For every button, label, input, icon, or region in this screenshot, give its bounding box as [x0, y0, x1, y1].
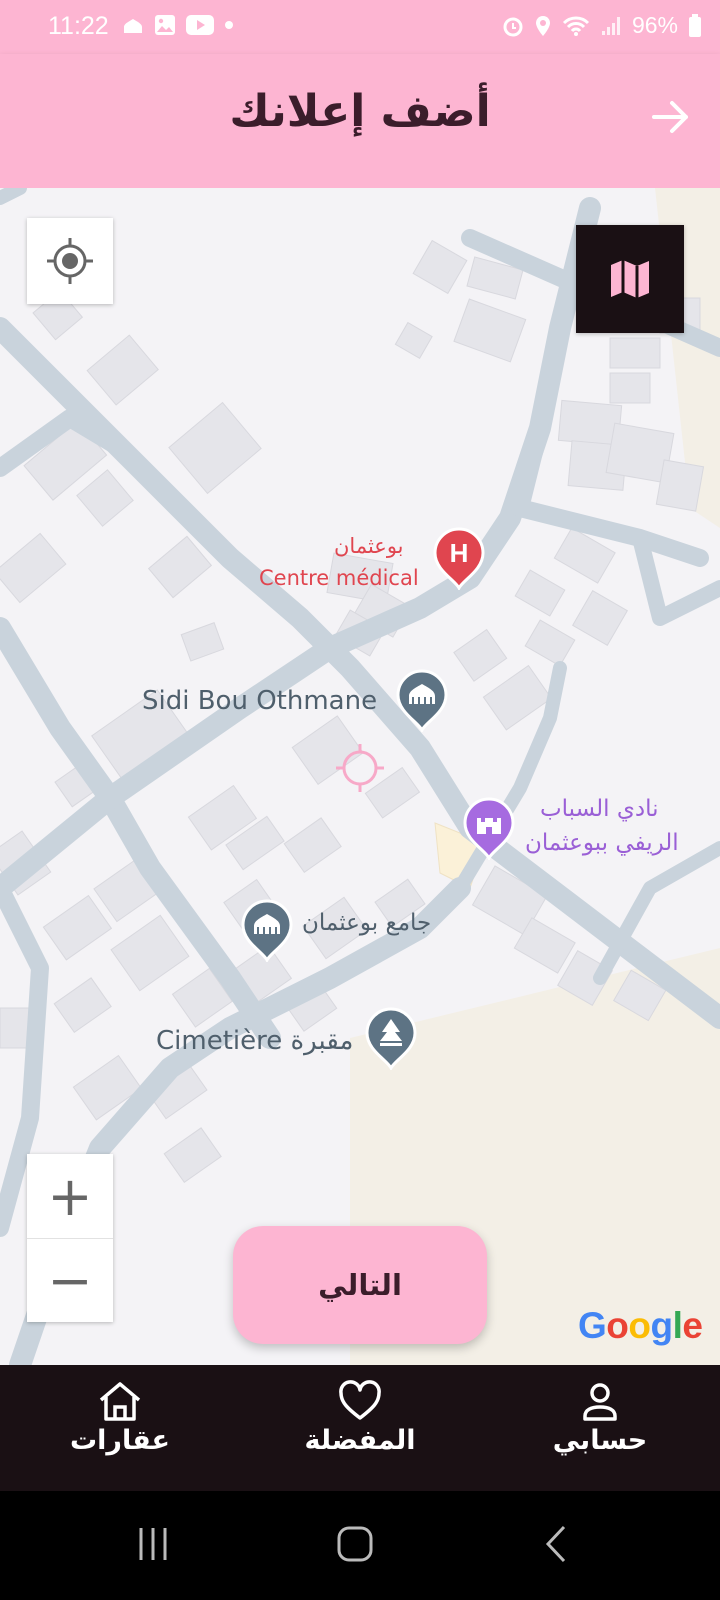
system-navigation-bar: [0, 1491, 720, 1600]
crosshair-icon: [47, 238, 93, 284]
map-icon: [611, 260, 649, 299]
battery-percent: 96%: [631, 12, 678, 38]
google-letter: G: [578, 1305, 607, 1346]
google-letter: o: [606, 1305, 629, 1346]
person-icon: [583, 1383, 617, 1421]
map-view[interactable]: H بوعثمان Centre médical Sidi Bou Othman…: [0, 188, 720, 1365]
google-logo: Google: [578, 1305, 703, 1347]
signal-icon: [601, 16, 620, 35]
alarm-icon: [503, 17, 523, 36]
poi-label-mosque: جامع بوعثمان: [302, 910, 432, 936]
cemetery-marker[interactable]: [364, 1006, 418, 1072]
dot-icon: [225, 21, 233, 29]
image-icon: [155, 15, 175, 35]
mosque-icon: [241, 899, 293, 964]
poi-label-club-line2: الريفي ببوعثمان: [525, 830, 679, 856]
zoom-in-button[interactable]: +: [27, 1154, 113, 1239]
mosque-marker[interactable]: [240, 898, 294, 964]
my-location-button[interactable]: [27, 218, 113, 304]
battery-icon: [689, 13, 701, 37]
zoom-controls: + −: [27, 1154, 113, 1322]
status-bar: 11:22 96%: [0, 0, 720, 54]
mosque-icon: [124, 19, 142, 33]
poi-label-medical-ar: بوعثمان: [334, 534, 404, 558]
tree-icon: [365, 1007, 417, 1072]
sidi-bou-othmane-marker[interactable]: [395, 668, 449, 734]
status-time: 11:22: [48, 12, 109, 40]
heart-icon: [339, 1380, 381, 1420]
poi-label-medical-fr: Centre médical: [259, 566, 419, 590]
youth-club-marker[interactable]: [462, 796, 516, 862]
hospital-icon: H: [433, 527, 485, 592]
location-icon: [535, 15, 550, 36]
arrow-right-icon[interactable]: [650, 96, 692, 138]
google-letter: g: [650, 1305, 674, 1346]
next-button[interactable]: التالي: [233, 1226, 487, 1344]
hospital-marker[interactable]: H: [432, 526, 486, 592]
home-icon: [99, 1382, 141, 1421]
map-type-button[interactable]: [576, 225, 684, 333]
wifi-icon: [562, 16, 590, 36]
google-letter: o: [628, 1305, 651, 1346]
status-system-icons: 96%: [502, 12, 702, 39]
page-title: أضف إعلانك: [229, 86, 491, 137]
home-button-icon[interactable]: [336, 1525, 374, 1563]
nav-label-favorites: المفضلة: [304, 1425, 416, 1456]
mosque-icon: [396, 669, 448, 734]
nav-label-properties: عقارات: [70, 1425, 170, 1456]
poi-label-club-line1: نادي السباب: [540, 796, 659, 822]
nav-item-properties[interactable]: عقارات: [30, 1379, 210, 1456]
back-icon[interactable]: [544, 1525, 568, 1563]
poi-label-sidi: Sidi Bou Othmane: [142, 686, 378, 716]
castle-icon: [463, 797, 515, 862]
google-letter: l: [672, 1305, 683, 1346]
zoom-out-button[interactable]: −: [27, 1238, 113, 1322]
recent-apps-icon[interactable]: [135, 1526, 171, 1562]
app-bar: أضف إعلانك: [0, 54, 720, 188]
svg-text:H: H: [450, 538, 469, 568]
youtube-icon: [186, 15, 214, 35]
bottom-navigation: حسابي المفضلة عقارات: [0, 1365, 720, 1491]
status-notification-icons: [122, 14, 234, 36]
poi-label-cemetery: Cimetière مقبرة: [156, 1026, 354, 1056]
nav-item-favorites[interactable]: المفضلة: [270, 1379, 450, 1456]
google-letter: e: [682, 1305, 703, 1346]
nav-item-account[interactable]: حسابي: [510, 1379, 690, 1456]
nav-label-account: حسابي: [552, 1425, 648, 1456]
